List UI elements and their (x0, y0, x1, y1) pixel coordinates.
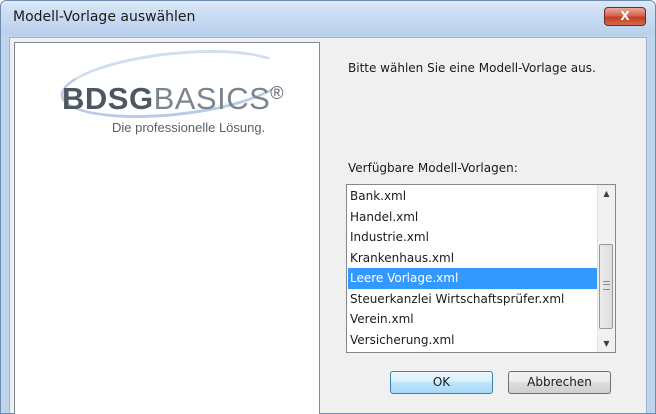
template-list-item[interactable]: Krankenhaus.xml (348, 248, 598, 269)
logo-tagline: Die professionelle Lösung. (112, 120, 266, 135)
ok-button[interactable]: OK (390, 371, 493, 394)
list-scrollbar[interactable]: ▲ ▼ (597, 185, 615, 352)
registered-mark: ® (270, 83, 285, 103)
scroll-up-arrow-icon[interactable]: ▲ (598, 185, 615, 202)
template-list-item[interactable]: Bank.xml (348, 186, 598, 207)
template-list-items: Bank.xml Handel.xml Industrie.xml Krankenha… (348, 186, 598, 350)
template-list-item[interactable]: Leere Vorlage.xml (348, 268, 598, 289)
template-list-item[interactable]: Versicherung.xml (348, 330, 598, 351)
cancel-button[interactable]: Abbrechen (508, 371, 611, 394)
template-list-item[interactable]: Verein.xml (348, 309, 598, 330)
instruction-text: Bitte wählen Sie eine Modell-Vorlage aus… (348, 61, 596, 75)
logo-text-bold: BDSG (62, 81, 154, 116)
product-logo: BDSGBASICS® (62, 81, 284, 117)
template-list-item[interactable]: Industrie.xml (348, 227, 598, 248)
scroll-grip-icon (603, 281, 610, 290)
close-icon: X (620, 9, 630, 23)
template-list-label: Verfügbare Modell-Vorlagen: (348, 161, 518, 175)
template-list-item[interactable]: Handel.xml (348, 207, 598, 228)
window-title: Modell-Vorlage auswählen (13, 9, 196, 25)
scroll-thumb[interactable] (599, 244, 613, 329)
logo-text-light: BASICS (153, 81, 271, 116)
template-list-item[interactable]: Steuerkanzlei Wirtschaftsprüfer.xml (348, 289, 598, 310)
template-listbox[interactable]: Bank.xml Handel.xml Industrie.xml Krankenha… (346, 184, 616, 353)
scroll-down-arrow-icon[interactable]: ▼ (598, 335, 615, 352)
close-button[interactable]: X (604, 7, 646, 26)
title-bar[interactable]: Modell-Vorlage auswählen X (1, 1, 655, 35)
